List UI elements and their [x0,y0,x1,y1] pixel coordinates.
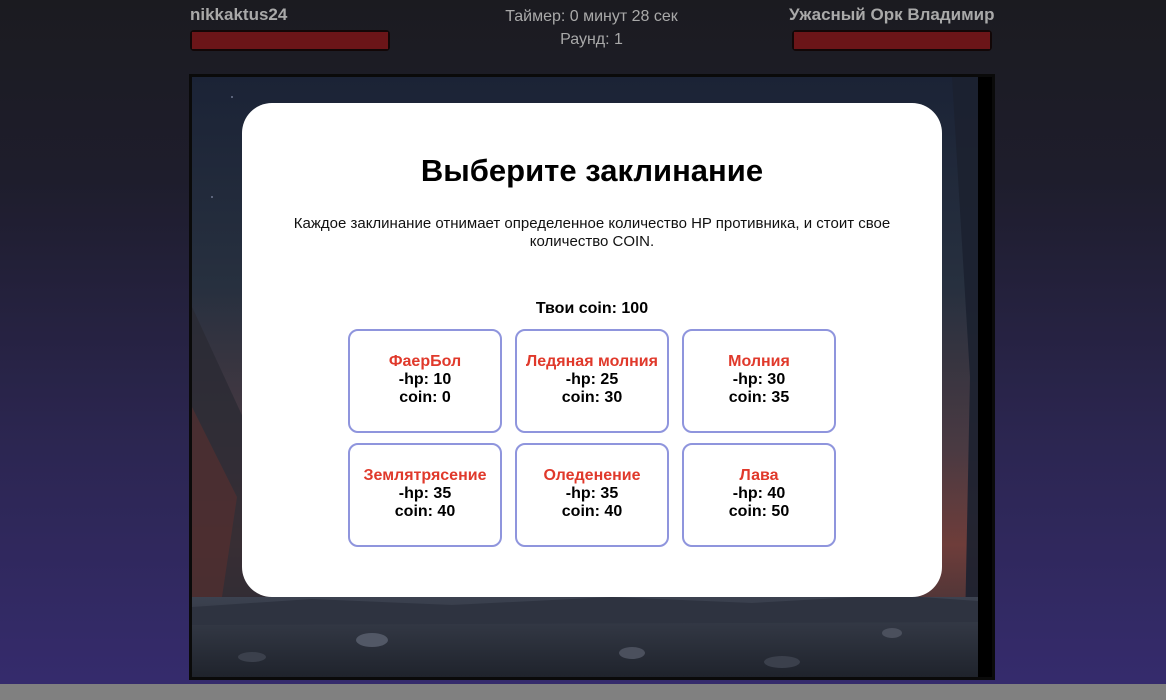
enemy-hp-fill [794,32,990,49]
bottom-scrollbar[interactable] [0,684,1166,700]
spell-card-fireball[interactable]: ФаерБол -hp: 10 coin: 0 [348,329,502,433]
spell-card-lava[interactable]: Лава -hp: 40 coin: 50 [682,443,836,547]
spell-damage: -hp: 25 [565,371,619,388]
spell-damage: -hp: 35 [565,485,619,502]
spell-name: Ледяная молния [526,353,658,370]
coin-balance: Твои coin: 100 [535,300,649,317]
spell-name: Лава [739,467,779,484]
spell-cost: coin: 40 [561,503,623,520]
spell-card-earthquake[interactable]: Землятрясение -hp: 35 coin: 40 [348,443,502,547]
spell-card-freeze[interactable]: Оледенение -hp: 35 coin: 40 [515,443,669,547]
spell-select-dialog: Выберите заклинание Каждое заклинание от… [242,103,942,597]
spell-damage: -hp: 10 [398,371,452,388]
dialog-title: Выберите заклинание [420,153,764,188]
spell-name: Молния [728,353,790,370]
spell-card-ice-lightning[interactable]: Ледяная молния -hp: 25 coin: 30 [515,329,669,433]
spell-cost: coin: 30 [561,389,623,406]
spell-cost: coin: 35 [728,389,790,406]
spell-card-lightning[interactable]: Молния -hp: 30 coin: 35 [682,329,836,433]
spell-name: Оледенение [543,467,641,484]
spell-damage: -hp: 40 [732,485,786,502]
dialog-description: Каждое заклинание отнимает определенное … [293,215,891,250]
spell-name: Землятрясение [363,467,487,484]
enemy-hp-bar [792,30,992,51]
spell-damage: -hp: 30 [732,371,786,388]
enemy-name: Ужасный Орк Владимир [789,5,995,24]
spell-cost: coin: 40 [394,503,456,520]
spell-name: ФаерБол [388,353,462,370]
spell-cost: coin: 50 [728,503,790,520]
spell-damage: -hp: 35 [398,485,452,502]
spell-cost: coin: 0 [399,389,451,406]
